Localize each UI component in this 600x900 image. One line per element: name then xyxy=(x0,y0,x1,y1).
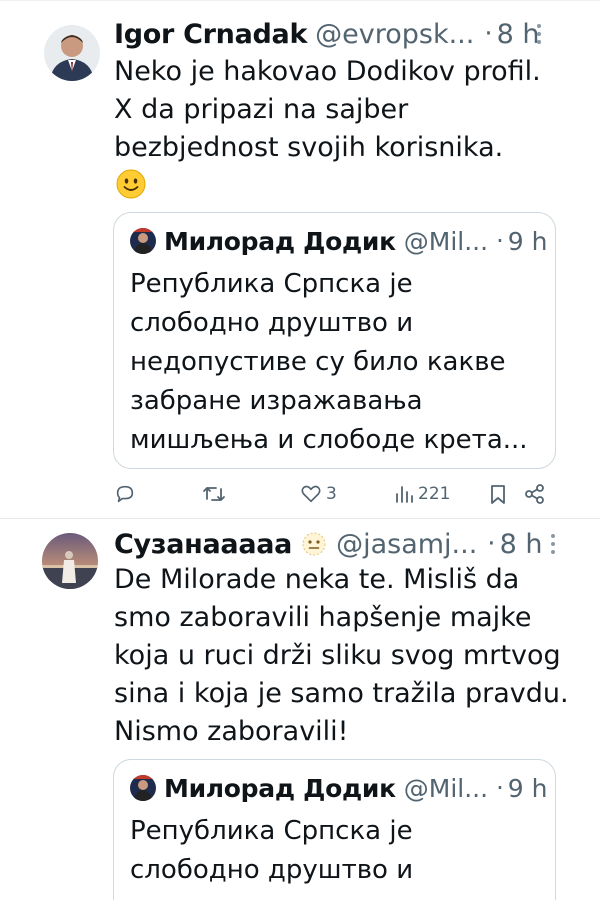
tweet-suzana[interactable]: Сузанааааа @jasamj... · 8 h De Milorade … xyxy=(0,519,600,900)
quoted-author-name: Милорад Додик xyxy=(164,226,396,256)
share-button[interactable] xyxy=(524,479,546,509)
quoted-text-line: Република Српска је xyxy=(130,269,413,299)
analytics-icon xyxy=(396,486,413,503)
share-icon xyxy=(525,484,544,504)
tweet-header: Сузанааааа @jasamj... · 8 h xyxy=(114,527,556,561)
author-handle[interactable]: @jasamj... xyxy=(336,529,477,560)
more-options-icon[interactable] xyxy=(536,23,556,47)
avatar[interactable] xyxy=(44,25,100,81)
tweet-text-line: X da pripazi na sajber xyxy=(114,94,409,125)
quoted-text-line: слободно друштво и xyxy=(130,855,414,885)
timestamp[interactable]: 8 h xyxy=(500,529,543,560)
quoted-tweet-text: Република Српска је слободно друштво и xyxy=(130,812,547,890)
views-button[interactable]: 221 xyxy=(394,479,450,509)
author-name[interactable]: Сузанааааа xyxy=(114,529,292,560)
quoted-tweet-header: Милорад Додик @Mil... · 9 h xyxy=(130,226,547,256)
quoted-tweet[interactable]: Милорад Додик @Mil... · 9 h Република Ср… xyxy=(113,759,556,900)
quoted-author-handle: @Mil... xyxy=(403,773,489,803)
separator-dot: · xyxy=(496,227,504,255)
tweet-text-line: De Milorade neka te. Misliš da xyxy=(114,564,520,595)
bookmark-button[interactable] xyxy=(488,479,508,509)
repost-button[interactable] xyxy=(202,479,226,509)
separator-dot: · xyxy=(484,19,493,49)
tweet-text: De Milorade neka te. Misliš da smo zabor… xyxy=(114,561,570,751)
quoted-text-line: недопустиве су било какве xyxy=(130,347,506,377)
avatar[interactable] xyxy=(42,533,98,589)
separator-dot: · xyxy=(496,774,504,802)
reply-icon xyxy=(116,485,134,503)
quoted-author-handle: @Mil... xyxy=(403,226,489,256)
separator-dot: · xyxy=(487,529,496,559)
quoted-author-name: Милорад Додик xyxy=(164,773,396,803)
tweet-text-line: bezbjednost svojih korisnika. xyxy=(114,132,504,163)
tweet-text-line: smo zaboravili hapšenje majke xyxy=(114,602,532,633)
tweet-header: Igor Crnadak @evropsk... · 8 h xyxy=(114,17,556,51)
quoted-tweet-header: Милорад Додик @Mil... · 9 h xyxy=(130,773,547,803)
tweet-text-line: Neko je hakovao Dodikov profil. xyxy=(114,56,541,87)
like-button[interactable]: 3 xyxy=(300,479,337,509)
tweet-text: Neko je hakovao Dodikov profil. X da pri… xyxy=(114,53,570,167)
quoted-timestamp: 9 h xyxy=(507,226,548,256)
author-name[interactable]: Igor Crnadak xyxy=(114,19,307,50)
tweet-text-line: sina i koja je samo tražila pravdu. xyxy=(114,678,569,709)
quoted-avatar xyxy=(130,775,156,801)
slightly-smiling-face-icon xyxy=(116,169,146,199)
author-handle[interactable]: @evropsk... xyxy=(315,19,474,50)
view-count: 221 xyxy=(418,484,451,504)
heart-icon xyxy=(301,485,321,503)
quoted-text-line: мишљења и слободе крета... xyxy=(130,425,528,455)
neutral-face-emoji-icon xyxy=(300,530,328,558)
repost-icon xyxy=(203,487,225,501)
quoted-text-line: Република Српска је xyxy=(130,816,413,846)
bookmark-icon xyxy=(491,485,505,504)
timestamp[interactable]: 8 h xyxy=(497,19,540,50)
tweet-igor-crnadak[interactable]: Igor Crnadak @evropsk... · 8 h Neko je h… xyxy=(0,0,600,519)
tweet-text-line: koja u ruci drži sliku svog mrtvog xyxy=(114,640,561,671)
quoted-timestamp: 9 h xyxy=(507,773,548,803)
quoted-avatar xyxy=(130,228,156,254)
quoted-tweet-text: Република Српска је слободно друштво и н… xyxy=(130,265,547,460)
tweet-text-line: Nismo zaboravili! xyxy=(114,716,349,747)
quoted-text-line: забране изражавања xyxy=(130,386,423,416)
tweet-actions: 3 221 xyxy=(0,479,600,509)
more-options-icon[interactable] xyxy=(550,533,556,559)
reply-button[interactable] xyxy=(114,479,136,509)
quoted-text-line: слободно друштво и xyxy=(130,308,414,338)
quoted-tweet[interactable]: Милорад Додик @Mil... · 9 h Република Ср… xyxy=(113,212,556,469)
like-count: 3 xyxy=(326,484,337,504)
